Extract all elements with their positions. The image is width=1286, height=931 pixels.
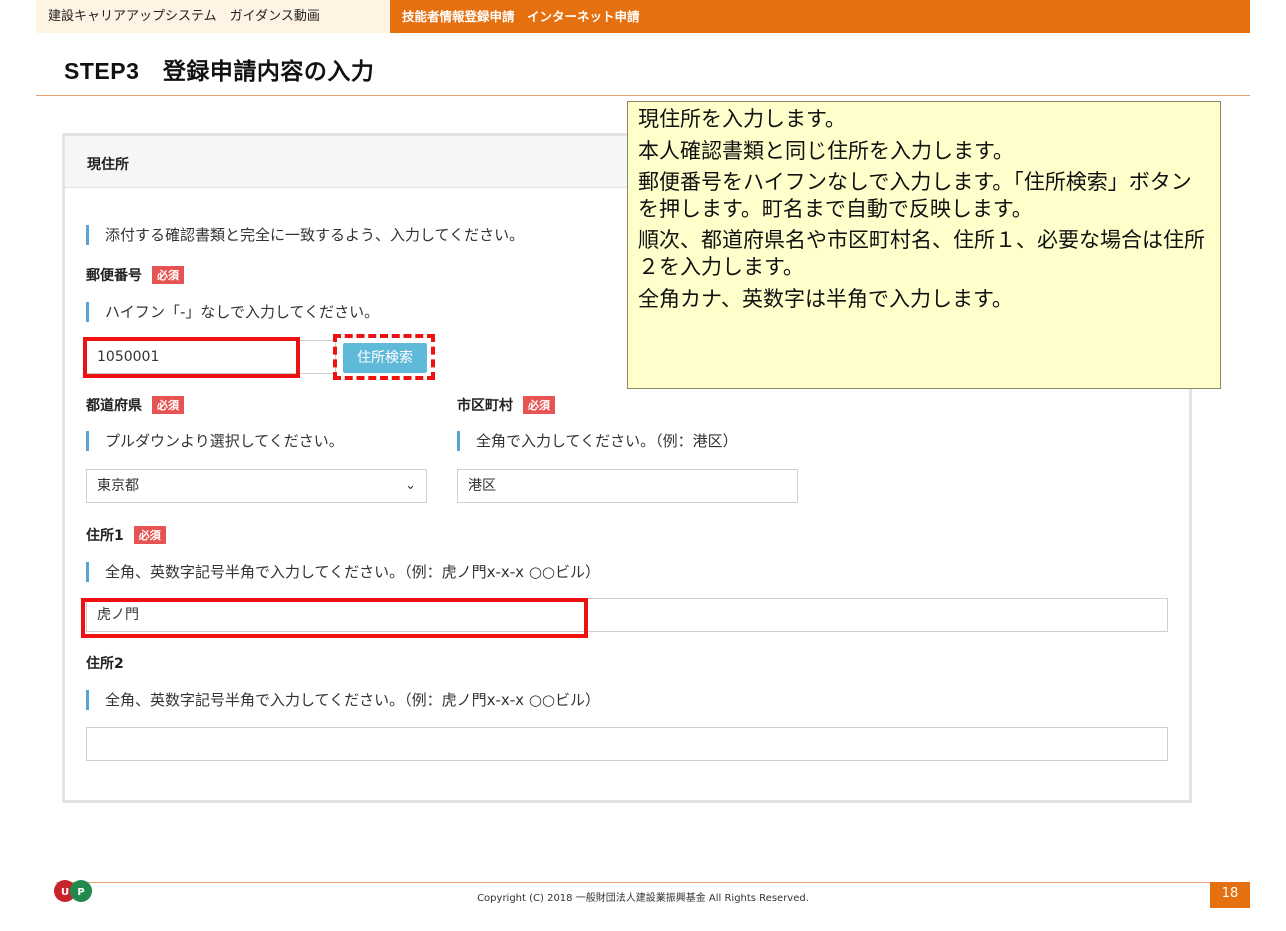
header-right-title: 技能者情報登録申請 インターネット申請 [402, 9, 640, 24]
callout-line: 本人確認書類と同じ住所を入力します。 [638, 138, 1014, 163]
required-badge: 必須 [523, 396, 555, 414]
header-bar: 建設キャリアアップシステム ガイダンス動画 技能者情報登録申請 インターネット申… [36, 0, 1250, 33]
search-button-highlight-box [333, 334, 435, 380]
intro-note: 添付する確認書類と完全に一致するよう、入力してください。 [86, 225, 524, 245]
address1-note: 全角、英数字記号半角で入力してください。（例：虎ノ門x-x-x ○○ビル） [86, 562, 600, 582]
callout-line: 全角カナ、英数字は半角で入力します。 [638, 286, 1013, 311]
city-note: 全角で入力してください。（例：港区） [457, 431, 738, 451]
copyright-text: Copyright (C) 2018 一般財団法人建設業振興基金 All Rig… [477, 893, 809, 904]
address2-note: 全角、英数字記号半角で入力してください。（例：虎ノ門x-x-x ○○ビル） [86, 690, 600, 710]
prefecture-select[interactable]: 東京都 ⌄ [86, 469, 427, 503]
required-badge: 必須 [152, 396, 184, 414]
address1-label: 住所1 必須 [86, 525, 166, 545]
address2-input[interactable] [86, 727, 1168, 761]
city-input[interactable]: 港区 [457, 469, 798, 503]
city-label: 市区町村 必須 [457, 395, 555, 415]
title-divider [36, 95, 1250, 96]
page-title: STEP3 登録申請内容の入力 [64, 58, 375, 84]
address1-highlight-box [81, 598, 588, 638]
callout-line: 順次、都道府県名や市区町村名、住所１、必要な場合は住所２を入力します。 [638, 228, 1205, 279]
postal-label-text: 郵便番号 [86, 268, 142, 284]
postal-highlight-box [83, 337, 300, 378]
footer-divider [56, 882, 1250, 883]
required-badge: 必須 [133, 526, 166, 544]
address1-label-text: 住所1 [86, 528, 124, 544]
callout-line: 現住所を入力します。 [638, 107, 846, 131]
prefecture-note: プルダウンより選択してください。 [86, 431, 344, 451]
city-label-text: 市区町村 [457, 398, 513, 414]
chevron-down-icon: ⌄ [405, 478, 416, 493]
required-badge: 必須 [152, 266, 184, 284]
page-number: 18 [1210, 882, 1250, 908]
prefecture-label: 都道府県 必須 [86, 395, 184, 415]
address2-label: 住所2 [86, 656, 124, 672]
header-left-title: 建設キャリアアップシステム ガイダンス動画 [36, 0, 390, 33]
postal-note: ハイフン「-」なしで入力してください。 [86, 302, 379, 322]
prefecture-selected-value: 東京都 [97, 478, 139, 494]
panel-title: 現住所 [87, 157, 129, 173]
instruction-callout: 現住所を入力します。 本人確認書類と同じ住所を入力します。 郵便番号をハイフンな… [627, 101, 1221, 389]
prefecture-label-text: 都道府県 [86, 398, 142, 414]
postal-label: 郵便番号 必須 [86, 265, 184, 285]
callout-line: 郵便番号をハイフンなしで入力します。「住所検索」ボタンを押します。町名まで自動で… [638, 170, 1192, 221]
